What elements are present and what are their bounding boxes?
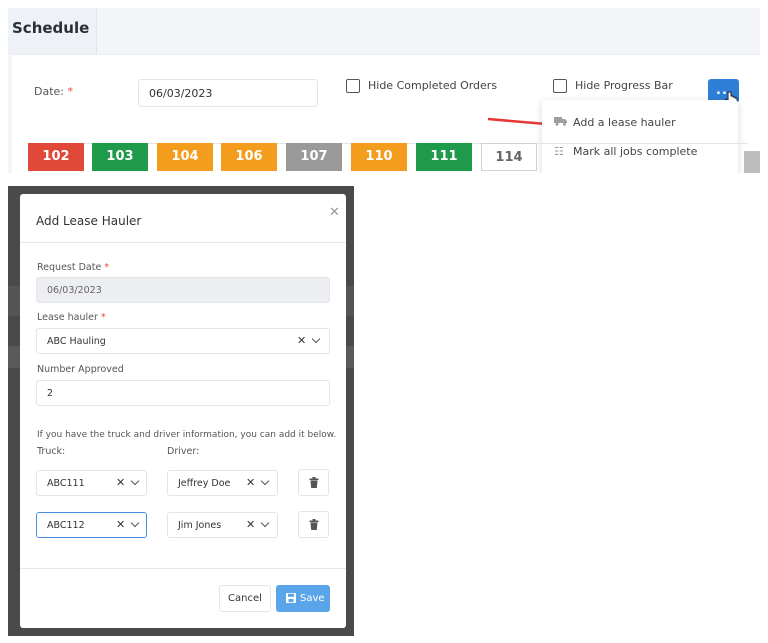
truck-select[interactable]: ABC111: [36, 470, 147, 496]
truck-chip[interactable]: 103: [92, 143, 148, 171]
truck-label: Truck:: [37, 446, 66, 457]
page-title: Schedule: [12, 19, 90, 37]
hide-completed-checkbox[interactable]: [346, 79, 360, 93]
truck-chip[interactable]: 107: [286, 143, 342, 171]
driver-select[interactable]: Jim Jones: [167, 512, 278, 538]
truck-chip[interactable]: 102: [28, 143, 84, 171]
divider: [20, 568, 346, 569]
clear-icon[interactable]: ✕: [297, 334, 306, 347]
lease-hauler-select[interactable]: ABC Hauling: [36, 328, 330, 354]
driver-value: Jeffrey Doe: [178, 478, 231, 489]
lease-hauler-label: Lease hauler *: [37, 312, 106, 323]
schedule-panel: Schedule Date: * 06/03/2023 Hide Complet…: [8, 8, 760, 173]
clear-icon[interactable]: ✕: [246, 476, 255, 489]
add-lease-hauler-modal: Add Lease Hauler ✕ Request Date * 06/03/…: [20, 194, 346, 628]
save-button[interactable]: Save: [276, 585, 330, 612]
truck-chip[interactable]: 106: [221, 143, 277, 171]
hide-progress-label: Hide Progress Bar: [575, 79, 673, 92]
schedule-tab[interactable]: Schedule: [8, 8, 97, 54]
truck-chip[interactable]: 114: [481, 143, 537, 171]
request-date-input: 06/03/2023: [36, 277, 330, 303]
request-date-label: Request Date *: [37, 262, 110, 273]
hide-completed-label: Hide Completed Orders: [368, 79, 498, 92]
truck-chip[interactable]: 110: [351, 143, 407, 171]
hide-progress-checkbox[interactable]: [553, 79, 567, 93]
date-label: Date: *: [34, 85, 73, 98]
delete-row-button[interactable]: [298, 469, 329, 496]
truck-chip[interactable]: 111: [416, 143, 472, 171]
truck-select[interactable]: ABC112: [36, 512, 147, 538]
number-approved-label: Number Approved: [37, 364, 124, 375]
driver-label: Driver:: [167, 446, 200, 457]
modal-title: Add Lease Hauler: [36, 214, 142, 228]
checklist-icon: ☷: [554, 145, 564, 158]
truck-chip-partial: [744, 151, 760, 173]
trash-icon: [309, 519, 319, 530]
more-options-menu: Add a lease hauler ☷ Mark all jobs comple…: [542, 100, 738, 173]
driver-select[interactable]: Jeffrey Doe: [167, 470, 278, 496]
filter-card: Date: * 06/03/2023 Hide Completed Orders…: [12, 54, 760, 173]
trash-icon: [309, 477, 319, 488]
menu-item-add-lease-hauler[interactable]: Add a lease hauler: [554, 116, 676, 129]
date-input[interactable]: 06/03/2023: [138, 79, 318, 107]
clear-icon[interactable]: ✕: [116, 476, 125, 489]
driver-value: Jim Jones: [178, 520, 222, 531]
save-label: Save: [300, 593, 325, 604]
number-approved-input[interactable]: 2: [36, 380, 330, 406]
truck-value: ABC111: [47, 478, 85, 489]
info-text: If you have the truck and driver informa…: [37, 430, 337, 440]
cancel-button[interactable]: Cancel: [219, 585, 271, 612]
truck-chip[interactable]: 104: [157, 143, 213, 171]
divider: [20, 242, 346, 243]
truck-icon: [554, 116, 568, 129]
close-icon[interactable]: ✕: [329, 205, 340, 220]
clear-icon[interactable]: ✕: [246, 518, 255, 531]
delete-row-button[interactable]: [298, 511, 329, 538]
menu-item-mark-complete[interactable]: ☷ Mark all jobs complete: [554, 145, 697, 158]
floppy-disk-icon: [286, 593, 296, 603]
clear-icon[interactable]: ✕: [116, 518, 125, 531]
lease-hauler-value: ABC Hauling: [47, 336, 106, 347]
truck-value: ABC112: [47, 520, 85, 531]
